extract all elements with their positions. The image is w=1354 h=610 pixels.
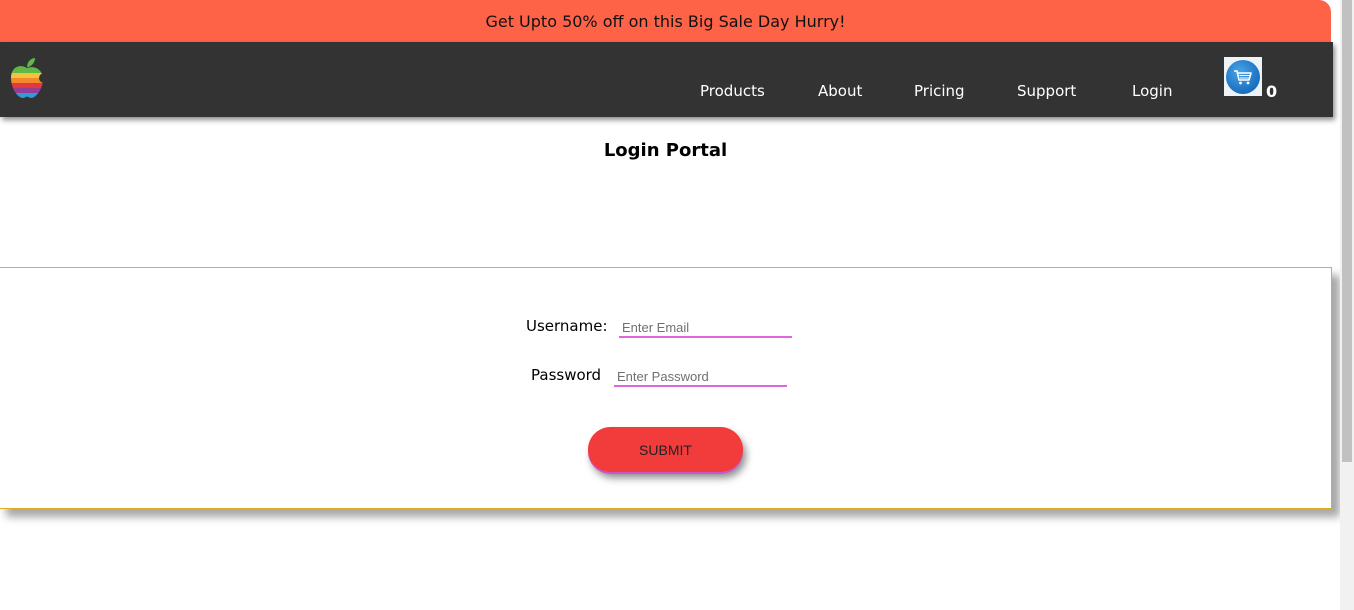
- promo-banner: Get Upto 50% off on this Big Sale Day Hu…: [0, 0, 1331, 42]
- submit-button[interactable]: SUBMIT: [588, 427, 743, 472]
- page: Get Upto 50% off on this Big Sale Day Hu…: [0, 0, 1340, 610]
- cart-button[interactable]: [1224, 57, 1262, 96]
- password-label: Password: [531, 366, 602, 384]
- shopping-cart-icon: [1226, 59, 1260, 94]
- navbar: Products About Pricing Support Login 0: [0, 42, 1333, 117]
- scrollbar[interactable]: [1340, 0, 1354, 610]
- password-input[interactable]: [614, 367, 787, 387]
- username-label: Username:: [526, 317, 608, 335]
- nav-about[interactable]: About: [818, 82, 862, 100]
- scrollbar-thumb[interactable]: [1342, 0, 1352, 462]
- login-form: Username: Password SUBMIT: [0, 267, 1332, 509]
- nav-pricing[interactable]: Pricing: [914, 82, 965, 100]
- nav-products[interactable]: Products: [700, 82, 765, 100]
- nav-login[interactable]: Login: [1132, 82, 1172, 100]
- nav-support[interactable]: Support: [1017, 82, 1076, 100]
- page-title: Login Portal: [603, 140, 728, 161]
- username-input[interactable]: [619, 318, 792, 338]
- cart-count: 0: [1266, 82, 1278, 101]
- apple-rainbow-logo-icon[interactable]: [8, 56, 49, 100]
- promo-banner-text: Get Upto 50% off on this Big Sale Day Hu…: [485, 11, 846, 31]
